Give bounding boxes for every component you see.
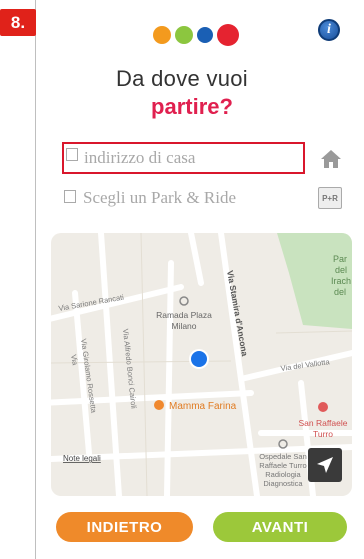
home-icon[interactable] <box>319 148 343 170</box>
logo-dot-orange <box>153 26 171 44</box>
logo-dot-green <box>175 26 193 44</box>
hospital2-poi-label: Radiologia <box>265 470 301 479</box>
home-address-input[interactable]: indirizzo di casa <box>84 148 195 168</box>
hotel-poi-label: Ramada Plaza <box>156 310 212 320</box>
hotel-poi-icon[interactable] <box>179 296 189 306</box>
locate-me-button[interactable] <box>308 448 342 482</box>
current-location-dot <box>191 351 207 367</box>
hospital-poi-label: San Raffaele <box>299 418 348 428</box>
page-title-highlight: partire? <box>151 94 233 119</box>
hospital-poi-icon[interactable] <box>318 402 328 412</box>
hotel-poi-label: Milano <box>171 321 196 331</box>
park-label: del <box>335 265 347 275</box>
page-title: Da dove vuoi <box>115 66 248 91</box>
restaurant-poi-label: Mamma Farina <box>169 401 237 412</box>
hospital-poi-label: Turro <box>313 429 333 439</box>
restaurant-poi-icon[interactable] <box>154 400 164 410</box>
map-view[interactable]: Par del Irach del Via Sarione Rancati Vi… <box>51 233 352 496</box>
park-ride-checkbox[interactable] <box>64 190 76 203</box>
hospital2-poi-label: Diagnostica <box>263 479 303 488</box>
park-label: Par <box>333 254 347 264</box>
navigation-arrow-icon <box>317 457 333 473</box>
back-button[interactable]: INDIETRO <box>56 512 193 542</box>
park-label: Irach <box>331 276 351 286</box>
next-button[interactable]: AVANTI <box>213 512 347 542</box>
brand-dots-logo <box>153 24 243 46</box>
street-label: Via <box>69 354 80 367</box>
map-canvas[interactable]: Par del Irach del Via Sarione Rancati Vi… <box>51 233 352 496</box>
hospital2-poi-label: Raffaele Turro <box>259 461 306 470</box>
step-badge: 8. <box>0 9 36 36</box>
legal-link[interactable]: Note legali <box>63 454 101 463</box>
park-label: del <box>334 287 346 297</box>
street-label: Via del Vallotta <box>280 357 331 373</box>
park-ride-icon[interactable]: P+R <box>318 187 342 209</box>
logo-dot-red <box>217 24 239 46</box>
logo-dot-blue <box>197 27 213 43</box>
hospital2-poi-label: Ospedale San <box>259 452 307 461</box>
park-ride-option[interactable]: Scegli un Park & Ride <box>83 188 236 208</box>
home-address-checkbox[interactable] <box>66 148 78 161</box>
info-icon[interactable]: i <box>318 19 340 41</box>
